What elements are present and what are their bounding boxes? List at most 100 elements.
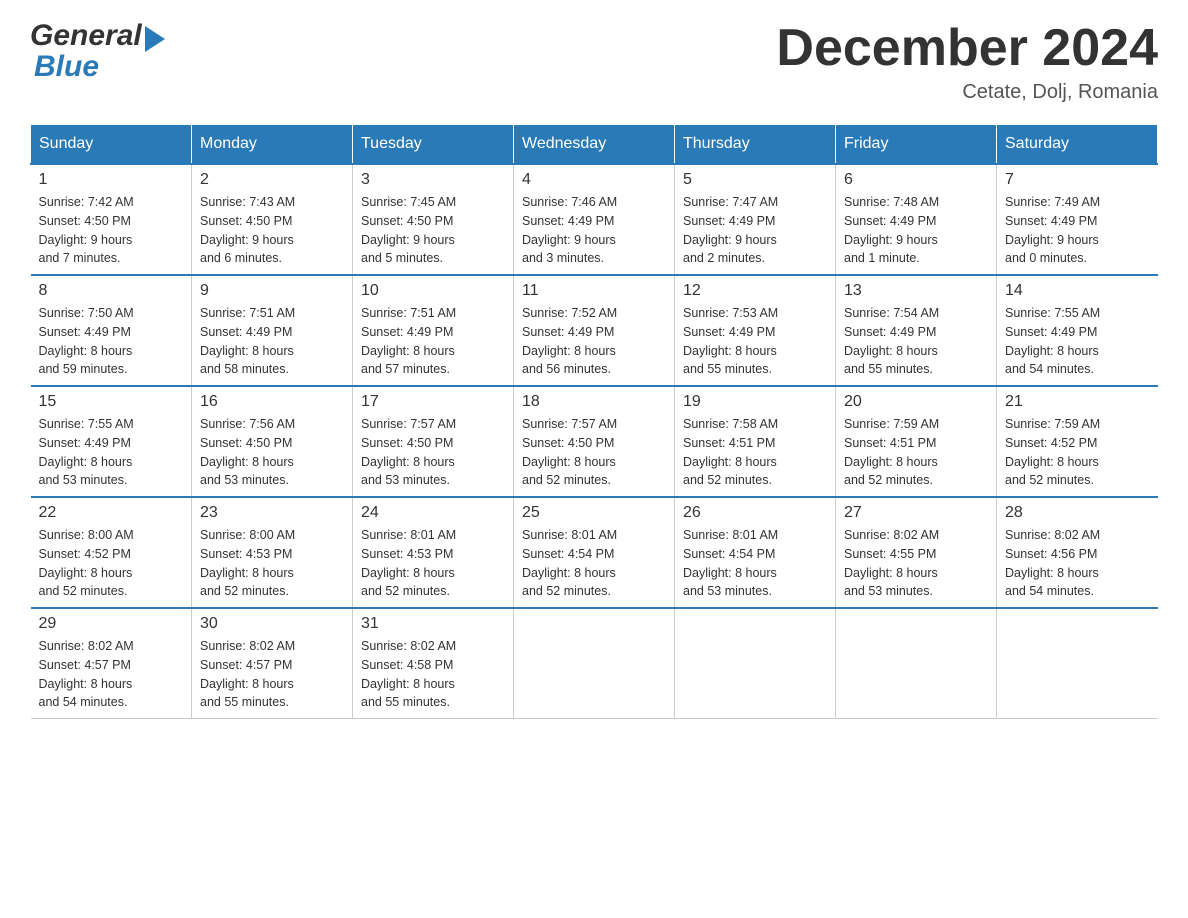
- calendar-body: 1 Sunrise: 7:42 AMSunset: 4:50 PMDaylight…: [31, 164, 1158, 719]
- day-cell: 1 Sunrise: 7:42 AMSunset: 4:50 PMDaylight…: [31, 164, 192, 275]
- day-cell: 4 Sunrise: 7:46 AMSunset: 4:49 PMDaylight…: [514, 164, 675, 275]
- day-header-monday: Monday: [192, 125, 353, 165]
- day-cell: 7Sunrise: 7:49 AMSunset: 4:49 PMDaylight…: [997, 164, 1158, 275]
- day-info: Sunrise: 7:50 AMSunset: 4:49 PMDaylight:…: [39, 304, 184, 379]
- day-cell: 29Sunrise: 8:02 AMSunset: 4:57 PMDayligh…: [31, 608, 192, 719]
- day-info: Sunrise: 7:57 AMSunset: 4:50 PMDaylight:…: [522, 415, 666, 490]
- day-cell: [514, 608, 675, 719]
- day-cell: 6 Sunrise: 7:48 AMSunset: 4:49 PMDaylight…: [836, 164, 997, 275]
- day-cell: 11 Sunrise: 7:52 AMSunset: 4:49 PMDayligh…: [514, 275, 675, 386]
- day-cell: 30 Sunrise: 8:02 AMSunset: 4:57 PMDayligh…: [192, 608, 353, 719]
- day-number: 24: [361, 504, 505, 522]
- day-cell: 20 Sunrise: 7:59 AMSunset: 4:51 PMDayligh…: [836, 386, 997, 497]
- day-cell: [997, 608, 1158, 719]
- day-info: Sunrise: 8:02 AMSunset: 4:55 PMDaylight:…: [844, 526, 988, 601]
- day-info: Sunrise: 8:02 AMSunset: 4:57 PMDaylight:…: [39, 637, 184, 712]
- day-info: Sunrise: 8:01 AMSunset: 4:54 PMDaylight:…: [683, 526, 827, 601]
- day-info: Sunrise: 8:02 AMSunset: 4:56 PMDaylight:…: [1005, 526, 1150, 601]
- day-cell: 9 Sunrise: 7:51 AMSunset: 4:49 PMDaylight…: [192, 275, 353, 386]
- day-number: 30: [200, 615, 344, 633]
- day-info: Sunrise: 8:01 AMSunset: 4:54 PMDaylight:…: [522, 526, 666, 601]
- days-of-week-row: SundayMondayTuesdayWednesdayThursdayFrid…: [31, 125, 1158, 165]
- day-info: Sunrise: 8:01 AMSunset: 4:53 PMDaylight:…: [361, 526, 505, 601]
- logo: General Blue: [30, 20, 165, 82]
- day-cell: 13 Sunrise: 7:54 AMSunset: 4:49 PMDayligh…: [836, 275, 997, 386]
- day-cell: 16Sunrise: 7:56 AMSunset: 4:50 PMDayligh…: [192, 386, 353, 497]
- day-header-saturday: Saturday: [997, 125, 1158, 165]
- day-cell: 15Sunrise: 7:55 AMSunset: 4:49 PMDayligh…: [31, 386, 192, 497]
- day-info: Sunrise: 7:46 AMSunset: 4:49 PMDaylight:…: [522, 193, 666, 268]
- day-number: 2: [200, 171, 344, 189]
- day-number: 1: [39, 171, 184, 189]
- day-info: Sunrise: 7:52 AMSunset: 4:49 PMDaylight:…: [522, 304, 666, 379]
- day-info: Sunrise: 7:54 AMSunset: 4:49 PMDaylight:…: [844, 304, 988, 379]
- day-cell: 5Sunrise: 7:47 AMSunset: 4:49 PMDaylight…: [675, 164, 836, 275]
- day-header-thursday: Thursday: [675, 125, 836, 165]
- day-number: 25: [522, 504, 666, 522]
- day-info: Sunrise: 7:59 AMSunset: 4:51 PMDaylight:…: [844, 415, 988, 490]
- day-info: Sunrise: 7:55 AMSunset: 4:49 PMDaylight:…: [1005, 304, 1150, 379]
- day-header-wednesday: Wednesday: [514, 125, 675, 165]
- location-subtitle: Cetate, Dolj, Romania: [776, 81, 1158, 104]
- day-cell: 8 Sunrise: 7:50 AMSunset: 4:49 PMDaylight…: [31, 275, 192, 386]
- day-info: Sunrise: 7:57 AMSunset: 4:50 PMDaylight:…: [361, 415, 505, 490]
- day-number: 12: [683, 282, 827, 300]
- day-info: Sunrise: 7:48 AMSunset: 4:49 PMDaylight:…: [844, 193, 988, 268]
- calendar-header: SundayMondayTuesdayWednesdayThursdayFrid…: [31, 125, 1158, 165]
- day-cell: 2Sunrise: 7:43 AMSunset: 4:50 PMDaylight…: [192, 164, 353, 275]
- day-number: 10: [361, 282, 505, 300]
- week-row-3: 15Sunrise: 7:55 AMSunset: 4:49 PMDayligh…: [31, 386, 1158, 497]
- week-row-5: 29Sunrise: 8:02 AMSunset: 4:57 PMDayligh…: [31, 608, 1158, 719]
- day-cell: 10Sunrise: 7:51 AMSunset: 4:49 PMDayligh…: [353, 275, 514, 386]
- day-cell: 17Sunrise: 7:57 AMSunset: 4:50 PMDayligh…: [353, 386, 514, 497]
- day-cell: 18Sunrise: 7:57 AMSunset: 4:50 PMDayligh…: [514, 386, 675, 497]
- day-number: 26: [683, 504, 827, 522]
- day-cell: 28 Sunrise: 8:02 AMSunset: 4:56 PMDayligh…: [997, 497, 1158, 608]
- day-info: Sunrise: 7:53 AMSunset: 4:49 PMDaylight:…: [683, 304, 827, 379]
- day-cell: 31 Sunrise: 8:02 AMSunset: 4:58 PMDayligh…: [353, 608, 514, 719]
- day-info: Sunrise: 7:58 AMSunset: 4:51 PMDaylight:…: [683, 415, 827, 490]
- day-number: 4: [522, 171, 666, 189]
- day-number: 9: [200, 282, 344, 300]
- logo-general-text: General: [30, 21, 142, 51]
- calendar-table: SundayMondayTuesdayWednesdayThursdayFrid…: [30, 124, 1158, 719]
- day-info: Sunrise: 7:55 AMSunset: 4:49 PMDaylight:…: [39, 415, 184, 490]
- day-header-tuesday: Tuesday: [353, 125, 514, 165]
- day-number: 28: [1005, 504, 1150, 522]
- day-number: 6: [844, 171, 988, 189]
- day-number: 3: [361, 171, 505, 189]
- day-cell: 19 Sunrise: 7:58 AMSunset: 4:51 PMDayligh…: [675, 386, 836, 497]
- day-header-friday: Friday: [836, 125, 997, 165]
- day-number: 8: [39, 282, 184, 300]
- day-cell: 26 Sunrise: 8:01 AMSunset: 4:54 PMDayligh…: [675, 497, 836, 608]
- title-section: December 2024 Cetate, Dolj, Romania: [776, 20, 1158, 104]
- day-number: 16: [200, 393, 344, 411]
- day-cell: 21Sunrise: 7:59 AMSunset: 4:52 PMDayligh…: [997, 386, 1158, 497]
- day-header-sunday: Sunday: [31, 125, 192, 165]
- day-info: Sunrise: 8:02 AMSunset: 4:57 PMDaylight:…: [200, 637, 344, 712]
- day-number: 5: [683, 171, 827, 189]
- day-info: Sunrise: 7:42 AMSunset: 4:50 PMDaylight:…: [39, 193, 184, 268]
- day-number: 19: [683, 393, 827, 411]
- day-number: 20: [844, 393, 988, 411]
- day-cell: 3 Sunrise: 7:45 AMSunset: 4:50 PMDaylight…: [353, 164, 514, 275]
- day-number: 13: [844, 282, 988, 300]
- day-info: Sunrise: 8:02 AMSunset: 4:58 PMDaylight:…: [361, 637, 505, 712]
- day-number: 23: [200, 504, 344, 522]
- day-number: 22: [39, 504, 184, 522]
- day-info: Sunrise: 8:00 AMSunset: 4:52 PMDaylight:…: [39, 526, 184, 601]
- page-header: General Blue December 2024 Cetate, Dolj,…: [30, 20, 1158, 104]
- day-cell: 14 Sunrise: 7:55 AMSunset: 4:49 PMDayligh…: [997, 275, 1158, 386]
- day-info: Sunrise: 7:51 AMSunset: 4:49 PMDaylight:…: [200, 304, 344, 379]
- day-number: 11: [522, 282, 666, 300]
- day-cell: 22 Sunrise: 8:00 AMSunset: 4:52 PMDayligh…: [31, 497, 192, 608]
- day-cell: [836, 608, 997, 719]
- day-info: Sunrise: 7:45 AMSunset: 4:50 PMDaylight:…: [361, 193, 505, 268]
- day-number: 31: [361, 615, 505, 633]
- week-row-2: 8 Sunrise: 7:50 AMSunset: 4:49 PMDaylight…: [31, 275, 1158, 386]
- day-number: 21: [1005, 393, 1150, 411]
- logo-blue-text: Blue: [30, 52, 99, 82]
- day-number: 14: [1005, 282, 1150, 300]
- week-row-1: 1 Sunrise: 7:42 AMSunset: 4:50 PMDaylight…: [31, 164, 1158, 275]
- day-number: 27: [844, 504, 988, 522]
